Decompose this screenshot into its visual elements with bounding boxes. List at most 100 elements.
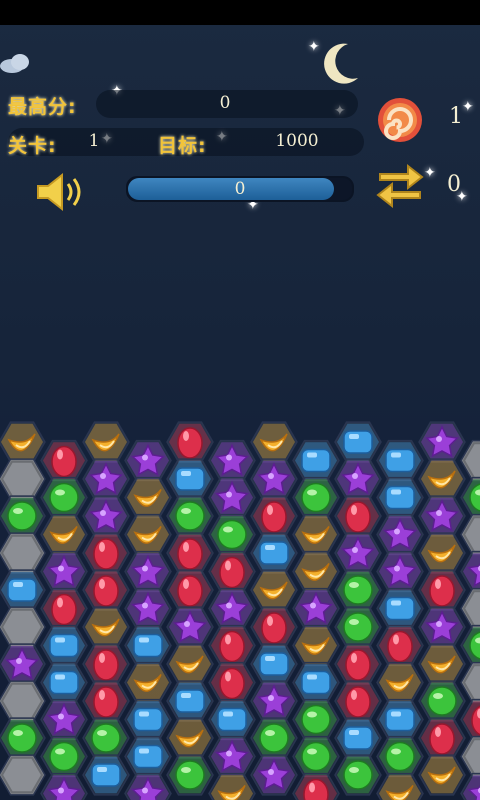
candy-cell[interactable]: [418, 458, 466, 500]
candy-cell[interactable]: [292, 476, 340, 519]
candy-cell[interactable]: [250, 458, 298, 500]
candy-cell[interactable]: [0, 717, 46, 759]
candy-cell[interactable]: [460, 476, 480, 519]
candy-cell[interactable]: [334, 717, 382, 759]
candy-cell[interactable]: [334, 606, 382, 648]
candy-cell[interactable]: [124, 624, 172, 667]
candy-cell[interactable]: [40, 698, 88, 741]
candy-cell[interactable]: [40, 513, 88, 556]
candy-cell[interactable]: [334, 458, 382, 500]
candy-cell[interactable]: [40, 439, 88, 482]
candy-cell[interactable]: [250, 717, 298, 759]
candy-cell[interactable]: [250, 680, 298, 722]
candy-cell[interactable]: [124, 550, 172, 593]
candy-cell[interactable]: [166, 606, 214, 648]
candy-cell[interactable]: [334, 495, 382, 537]
candy-cell[interactable]: [82, 680, 130, 722]
candy-cell[interactable]: [418, 606, 466, 648]
candy-cell[interactable]: [82, 754, 130, 796]
candy-cell[interactable]: [40, 624, 88, 667]
candy-cell[interactable]: [208, 735, 256, 778]
candy-cell[interactable]: [40, 587, 88, 630]
candy-cell[interactable]: [376, 624, 424, 667]
candy-cell[interactable]: [208, 661, 256, 704]
candy-cell[interactable]: [40, 550, 88, 593]
candy-cell[interactable]: [376, 698, 424, 741]
candy-cell[interactable]: [418, 643, 466, 685]
candy-cell[interactable]: [82, 458, 130, 500]
candy-cell[interactable]: [292, 550, 340, 593]
speaker-icon[interactable]: [34, 172, 90, 212]
candy-cell[interactable]: [124, 439, 172, 482]
candy-cell[interactable]: [334, 643, 382, 685]
candy-cell[interactable]: [208, 772, 256, 800]
candy-cell[interactable]: [166, 717, 214, 759]
candy-cell[interactable]: [292, 661, 340, 704]
candy-cell[interactable]: [334, 421, 382, 463]
candy-cell[interactable]: [418, 532, 466, 574]
candy-cell[interactable]: [250, 643, 298, 685]
candy-cell[interactable]: [166, 680, 214, 722]
candy-cell[interactable]: [208, 476, 256, 519]
candy-cell[interactable]: [166, 421, 214, 463]
candy-cell[interactable]: [250, 495, 298, 537]
candy-cell[interactable]: [208, 624, 256, 667]
candy-cell[interactable]: [208, 698, 256, 741]
candy-cell[interactable]: [124, 772, 172, 800]
candy-cell[interactable]: [418, 569, 466, 611]
candy-cell[interactable]: [250, 569, 298, 611]
candy-cell[interactable]: [376, 587, 424, 630]
candy-board[interactable]: [0, 420, 480, 800]
candy-cell[interactable]: [124, 661, 172, 704]
candy-cell[interactable]: [82, 643, 130, 685]
candy-cell[interactable]: [40, 735, 88, 778]
candy-cell[interactable]: [418, 421, 466, 463]
candy-cell[interactable]: [292, 772, 340, 800]
candy-cell[interactable]: [0, 569, 46, 611]
candy-cell[interactable]: [418, 680, 466, 722]
candy-cell[interactable]: [0, 495, 46, 537]
candy-cell[interactable]: [82, 569, 130, 611]
candy-cell[interactable]: [418, 495, 466, 537]
candy-cell[interactable]: [292, 735, 340, 778]
candy-cell[interactable]: [0, 643, 46, 685]
candy-cell[interactable]: [250, 606, 298, 648]
candy-cell[interactable]: [292, 439, 340, 482]
candy-cell[interactable]: [124, 513, 172, 556]
candy-cell[interactable]: [208, 587, 256, 630]
candy-cell[interactable]: [334, 569, 382, 611]
candy-cell[interactable]: [376, 550, 424, 593]
candy-cell[interactable]: [82, 532, 130, 574]
candy-cell[interactable]: [82, 495, 130, 537]
candy-cell[interactable]: [40, 661, 88, 704]
candy-cell[interactable]: [124, 698, 172, 741]
candy-cell[interactable]: [376, 476, 424, 519]
candy-cell[interactable]: [292, 513, 340, 556]
candy-cell[interactable]: [82, 717, 130, 759]
candy-cell[interactable]: [376, 439, 424, 482]
candy-cell[interactable]: [82, 606, 130, 648]
candy-cell[interactable]: [460, 624, 480, 667]
candy-cell[interactable]: [334, 754, 382, 796]
candy-cell[interactable]: [250, 754, 298, 796]
candy-cell[interactable]: [166, 532, 214, 574]
candy-cell[interactable]: [292, 698, 340, 741]
candy-cell[interactable]: [376, 735, 424, 778]
candy-cell[interactable]: [166, 458, 214, 500]
candy-cell[interactable]: [460, 550, 480, 593]
candy-cell[interactable]: [166, 754, 214, 796]
candy-cell[interactable]: [376, 513, 424, 556]
candy-cell[interactable]: [292, 624, 340, 667]
candy-cell[interactable]: [82, 421, 130, 463]
candy-cell[interactable]: [124, 476, 172, 519]
candy-cell[interactable]: [250, 421, 298, 463]
candy-cell[interactable]: [376, 772, 424, 800]
candy-cell[interactable]: [166, 569, 214, 611]
candy-cell[interactable]: [166, 495, 214, 537]
candy-cell[interactable]: [208, 550, 256, 593]
candy-cell[interactable]: [250, 532, 298, 574]
candy-cell[interactable]: [40, 476, 88, 519]
candy-cell[interactable]: [376, 661, 424, 704]
candy-cell[interactable]: [208, 439, 256, 482]
candy-cell[interactable]: [334, 680, 382, 722]
